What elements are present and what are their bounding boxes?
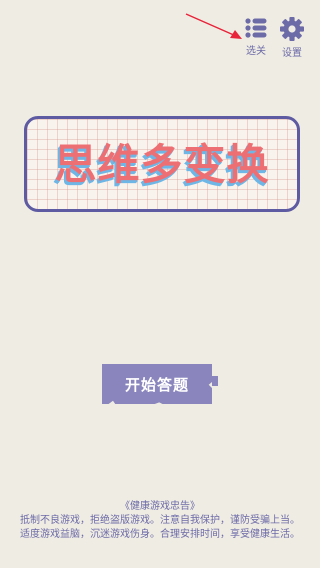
levels-label: 选关 [246,46,266,57]
game-title: 思维多变换 [54,140,270,189]
settings-label: 设置 [282,48,302,59]
title-board: 思维多变换 [24,116,300,212]
levels-button[interactable]: 选关 [236,16,276,64]
health-advice-line-2: 适度游戏益脑，沉迷游戏伤身。合理安排时间，享受健康生活。 [20,529,300,540]
health-advice-line-1: 抵制不良游戏，拒绝盗版游戏。注意自我保护，谨防受骗上当。 [20,515,300,526]
start-quiz-label: 开始答题 [124,375,189,394]
health-advice-title: 《健康游戏忠告》 [120,501,200,512]
list-icon [245,18,267,38]
gear-icon [280,17,304,41]
settings-button[interactable]: 设置 [272,16,312,64]
start-quiz-button[interactable]: 开始答题 [102,364,212,404]
start-button-decoration [212,376,218,386]
